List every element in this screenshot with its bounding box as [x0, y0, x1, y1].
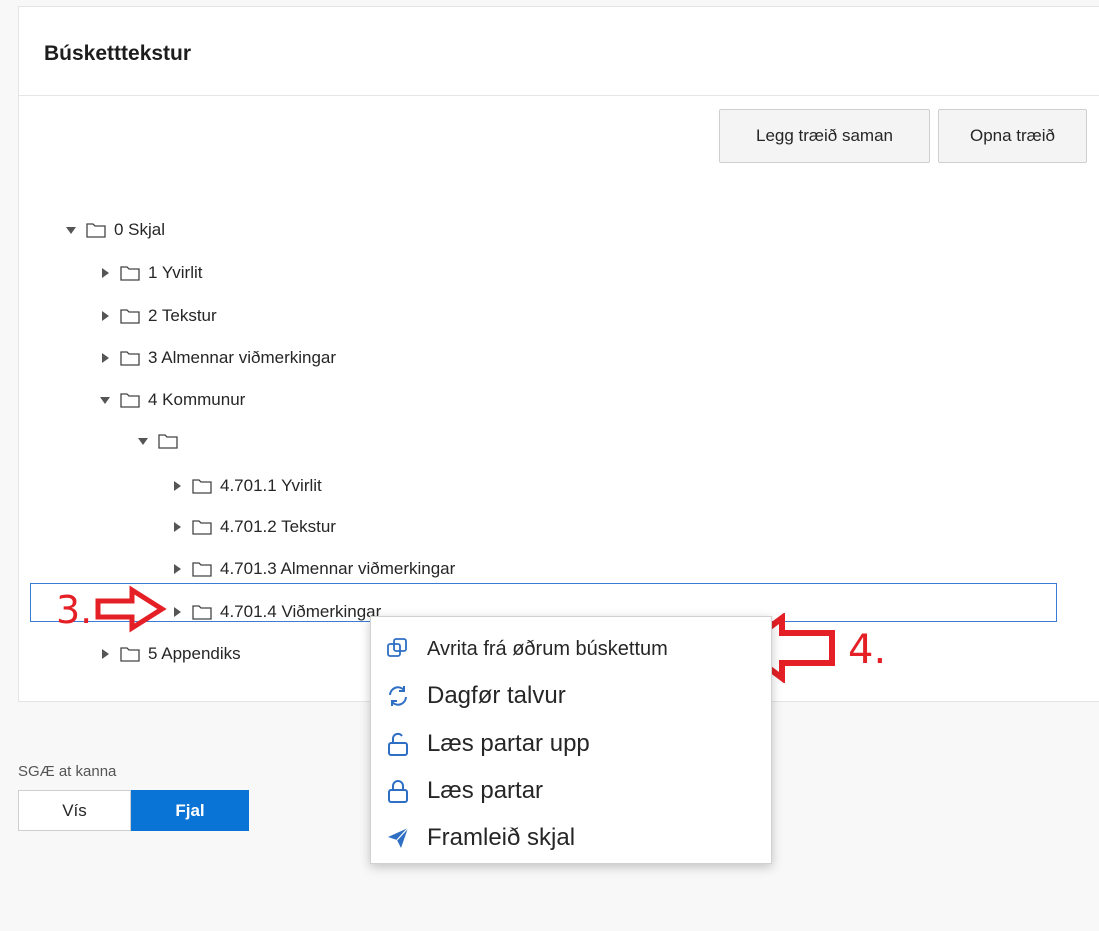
- menu-item-label: Dagfør talvur: [427, 682, 566, 709]
- caret-right-icon[interactable]: [172, 522, 182, 532]
- view-hide-toggle: Vís Fjal: [18, 790, 249, 831]
- tree-node[interactable]: 2 Tekstur: [100, 299, 217, 333]
- menu-item-copy-from-other-budgets[interactable]: Avrita frá øðrum búskettum: [371, 625, 771, 673]
- collapse-tree-button[interactable]: Legg træið saman: [719, 109, 930, 163]
- expand-tree-button[interactable]: Opna træið: [938, 109, 1087, 163]
- menu-item-label: Avrita frá øðrum búskettum: [427, 637, 668, 660]
- unlock-icon: [385, 731, 411, 757]
- step-4-label: 4.: [848, 627, 887, 673]
- menu-item-label: Framleið skjal: [427, 824, 576, 851]
- caret-right-icon[interactable]: [100, 353, 110, 363]
- caret-down-icon[interactable]: [100, 395, 110, 405]
- tree-node[interactable]: [138, 424, 186, 458]
- folder-icon: [120, 392, 140, 408]
- tree-node[interactable]: 4.701.2 Tekstur: [172, 510, 336, 544]
- menu-item-lock-parts[interactable]: Læs partar: [371, 767, 771, 815]
- tree-node-label: 4.701.3 Almennar viðmerkingar: [220, 559, 456, 578]
- step-3-label: 3.: [56, 588, 93, 632]
- tree-node[interactable]: 1 Yvirlit: [100, 256, 203, 290]
- section-label-sgae: SGÆ at kanna: [18, 763, 117, 780]
- tree-node-label: 5 Appendiks: [148, 644, 241, 663]
- tree-node[interactable]: 3 Almennar viðmerkingar: [100, 341, 336, 375]
- caret-down-icon[interactable]: [138, 436, 148, 446]
- tree-node-label: 2 Tekstur: [148, 306, 217, 325]
- tree-node-label: 4.701.1 Yvirlit: [220, 476, 322, 495]
- step-3-arrow-icon: [95, 585, 167, 633]
- send-icon: [385, 825, 411, 851]
- tree-node-label: 4 Kommunur: [148, 390, 246, 409]
- toggle-option-show[interactable]: Vís: [18, 790, 131, 831]
- menu-item-label: Læs partar upp: [427, 730, 590, 757]
- folder-icon: [120, 265, 140, 281]
- caret-right-icon[interactable]: [100, 268, 110, 278]
- tree-node[interactable]: 4 Kommunur: [100, 383, 245, 417]
- caret-right-icon[interactable]: [100, 649, 110, 659]
- folder-icon: [120, 350, 140, 366]
- copy-icon: [385, 636, 411, 662]
- folder-icon: [192, 478, 212, 494]
- tree-node-label: 4.701.2 Tekstur: [220, 517, 336, 536]
- folder-icon: [86, 222, 106, 238]
- card-divider: [19, 95, 1099, 96]
- toggle-option-hide[interactable]: Fjal: [131, 790, 249, 831]
- tree-node[interactable]: 5 Appendiks: [100, 637, 241, 671]
- tree-node[interactable]: 4.701.3 Almennar viðmerkingar: [172, 552, 455, 586]
- tree-node-label: 1 Yvirlit: [148, 263, 203, 282]
- tree-node[interactable]: 4.701.1 Yvirlit: [172, 469, 322, 503]
- folder-icon: [120, 308, 140, 324]
- folder-icon: [120, 646, 140, 662]
- caret-right-icon[interactable]: [100, 311, 110, 321]
- tree-node-label: 0 Skjal: [114, 220, 166, 239]
- caret-down-icon[interactable]: [66, 225, 76, 235]
- context-menu: Avrita frá øðrum búskettum Dagfør talvur…: [370, 616, 772, 864]
- tree-node[interactable]: 0 Skjal: [66, 213, 165, 247]
- folder-icon: [158, 433, 178, 449]
- folder-icon: [192, 519, 212, 535]
- caret-right-icon[interactable]: [172, 481, 182, 491]
- card-title: Búsketttekstur: [44, 42, 192, 65]
- refresh-icon: [385, 683, 411, 709]
- menu-item-unlock-parts[interactable]: Læs partar upp: [371, 720, 771, 768]
- lock-icon: [385, 778, 411, 804]
- menu-item-label: Læs partar: [427, 777, 544, 804]
- menu-item-generate-document[interactable]: Framleið skjal: [371, 814, 771, 862]
- caret-right-icon[interactable]: [172, 564, 182, 574]
- tree-node-label: 3 Almennar viðmerkingar: [148, 348, 337, 367]
- folder-icon: [192, 561, 212, 577]
- menu-item-update-tables[interactable]: Dagfør talvur: [371, 672, 771, 720]
